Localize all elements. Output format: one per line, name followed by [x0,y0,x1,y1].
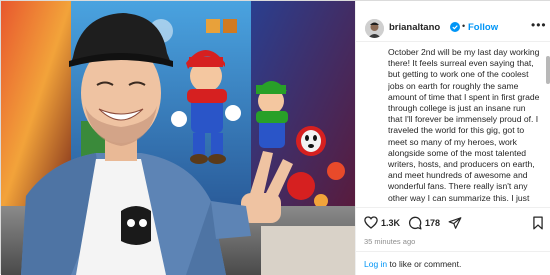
scrollbar-thumb[interactable] [546,56,550,84]
more-options-icon[interactable]: ••• [531,18,547,32]
send-icon [448,217,462,229]
like-count: 1.3K [381,217,401,228]
login-prompt: Log in to like or comment. [364,259,461,269]
post-photo-illustration [1,1,355,275]
share-button[interactable] [448,216,462,230]
avatar-image [365,19,384,38]
login-divider [356,251,550,252]
header-divider [356,41,550,42]
comment-count: 178 [425,218,441,228]
like-button[interactable]: 1.3K [364,216,400,229]
post-caption: October 2nd will be my last day working … [388,47,540,205]
verified-badge-icon [450,22,460,32]
bookmark-icon [533,216,543,230]
actions-divider [356,207,550,208]
instagram-post: brianaltano • Follow ••• October 2nd wil… [0,0,550,275]
separator-dot: • [462,21,466,31]
follow-button[interactable]: Follow [468,22,498,33]
comment-button[interactable]: 178 [408,216,440,230]
action-bar: 1.3K 178 [364,216,548,232]
caption-scrollbar[interactable] [546,48,550,203]
comment-icon [408,216,422,230]
post-timestamp: 35 minutes ago [364,237,416,246]
avatar[interactable] [365,19,384,38]
username-link[interactable]: brianaltano [389,22,440,33]
login-link[interactable]: Log in [364,259,387,269]
post-sidebar: brianaltano • Follow ••• October 2nd wil… [355,1,550,275]
heart-icon [364,216,378,229]
post-photo[interactable] [1,1,355,275]
save-button[interactable] [532,216,544,230]
login-text: to like or comment. [387,259,462,269]
post-header: brianaltano • Follow ••• [356,1,550,38]
